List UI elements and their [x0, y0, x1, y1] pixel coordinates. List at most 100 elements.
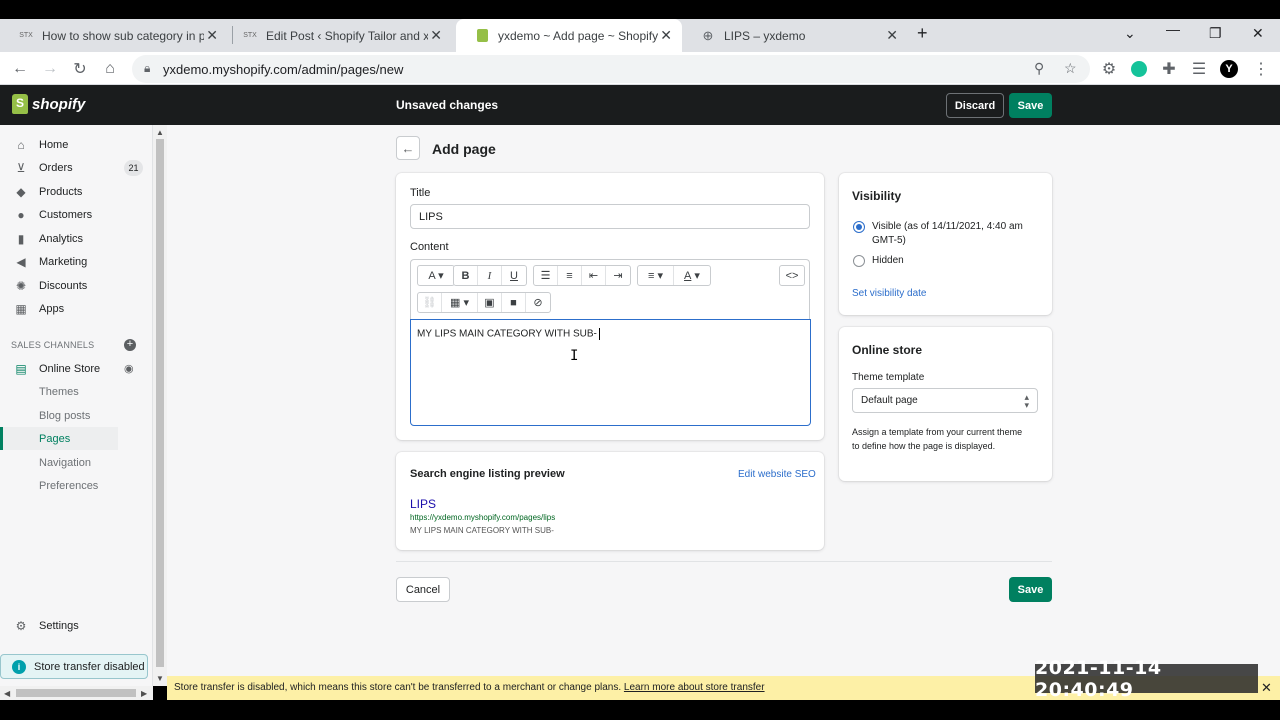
new-tab-button[interactable]: + [917, 19, 928, 47]
forward-arrow-icon[interactable]: → [37, 56, 63, 82]
menu-kebab-icon[interactable]: ⋮ [1248, 56, 1274, 82]
scroll-down-icon[interactable]: ▼ [156, 674, 164, 683]
text-color-dropdown[interactable]: A ▾ [674, 266, 710, 285]
timestamp-overlay: 2021-11-14 20:40:49 [1035, 657, 1258, 701]
sidebar-item-online-store[interactable]: ▤ Online Store ◉ [0, 357, 153, 380]
address-bar[interactable]: 🔒︎ yxdemo.myshopify.com/admin/pages/new … [132, 55, 1090, 83]
back-arrow-icon[interactable]: ← [7, 56, 33, 82]
browser-tab-2[interactable]: STX Edit Post ‹ Shopify Tailor and xTo ✕ [224, 19, 452, 52]
scroll-right-icon[interactable]: ▶ [141, 689, 147, 698]
add-sales-channel-icon[interactable]: + [124, 339, 136, 351]
outdent-icon[interactable]: ⇤ [582, 266, 606, 285]
discard-button[interactable]: Discard [946, 93, 1004, 118]
close-banner-icon[interactable]: ✕ [1261, 680, 1272, 696]
shopify-logo[interactable]: shopify [12, 94, 85, 114]
sidebar-item-blog-posts[interactable]: Blog posts [0, 404, 153, 427]
align-dropdown[interactable]: ≡ ▾ [638, 266, 674, 285]
seo-preview-title: LIPS [410, 497, 437, 511]
restore-icon[interactable]: ❐ [1209, 19, 1222, 47]
window-close-icon[interactable]: ✕ [1252, 19, 1264, 47]
sidebar-item-pages[interactable]: Pages [0, 427, 118, 450]
hidden-radio[interactable] [853, 255, 865, 267]
sidebar-scrollbar[interactable]: ▲ ▼ [153, 125, 167, 686]
sidebar-item-products[interactable]: ◆ Products [0, 180, 153, 203]
cancel-button[interactable]: Cancel [396, 577, 450, 602]
sidebar-item-analytics[interactable]: ▮ Analytics [0, 227, 153, 250]
person-icon: ● [17, 207, 25, 222]
italic-icon[interactable]: I [478, 266, 502, 285]
sidebar-item-marketing[interactable]: ◀ Marketing [0, 250, 153, 273]
minimize-icon[interactable]: — [1166, 15, 1180, 43]
link-icon[interactable]: ⛓ [418, 293, 442, 312]
browser-tab-3[interactable]: yxdemo ~ Add page ~ Shopify ✕ [456, 19, 682, 52]
grammarly-icon[interactable] [1126, 56, 1152, 82]
insert-image-icon[interactable]: ▣ [478, 293, 502, 312]
bold-icon[interactable]: B [454, 266, 478, 285]
profile-avatar[interactable]: Y [1216, 56, 1242, 82]
apps-icon: ▦ [15, 301, 27, 316]
extension-gear-icon[interactable]: ⚙ [1096, 56, 1122, 82]
browser-tab-1[interactable]: STX How to show sub category in pa ✕ [0, 19, 228, 52]
stx-favicon-icon: STX [19, 32, 33, 39]
brand-text: shopify [32, 95, 86, 113]
bullet-list-icon[interactable]: ☰ [534, 266, 558, 285]
save-button[interactable]: Save [1009, 577, 1052, 602]
back-button[interactable]: ← [396, 136, 420, 160]
insert-video-icon[interactable]: ■ [502, 293, 526, 312]
numbered-list-icon[interactable]: ≡ [558, 266, 582, 285]
orders-count-badge: 21 [124, 159, 143, 176]
theme-template-label: Theme template [852, 372, 925, 383]
browser-toolbar: ← → ↻ ⌂ 🔒︎ yxdemo.myshopify.com/admin/pa… [0, 52, 1280, 85]
home-icon: ⌂ [17, 137, 25, 152]
text-caret [598, 328, 600, 340]
tab-search-icon[interactable]: ⌄ [1124, 19, 1136, 47]
theme-template-select[interactable]: Default page ▴ ▾ [852, 388, 1038, 413]
content-editor[interactable]: MY LIPS MAIN CATEGORY WITH SUB- [410, 319, 811, 426]
content-label: Content [410, 241, 449, 253]
select-arrows-icon: ▴ ▾ [1024, 392, 1029, 410]
sidebar-item-navigation[interactable]: Navigation [0, 451, 153, 474]
editor-toolbar: A ▾ B I U ☰ ≡ ⇤ ⇥ ≡ ▾ A ▾ <> ⛓ ▦ ▾ ▣ ■ ⊘ [410, 259, 810, 320]
save-button-top[interactable]: Save [1009, 93, 1052, 118]
sidebar-item-themes[interactable]: Themes [0, 380, 153, 403]
indent-icon[interactable]: ⇥ [606, 266, 630, 285]
sidebar-item-discounts[interactable]: ✺ Discounts [0, 274, 153, 297]
reload-icon[interactable]: ↻ [67, 56, 93, 82]
close-icon[interactable]: ✕ [660, 27, 672, 44]
scroll-up-icon[interactable]: ▲ [156, 128, 164, 137]
clear-formatting-icon[interactable]: ⊘ [526, 293, 550, 312]
sidebar-item-customers[interactable]: ● Customers [0, 203, 153, 226]
edit-seo-link[interactable]: Edit website SEO [738, 469, 816, 480]
visible-radio[interactable] [853, 221, 865, 233]
unsaved-changes-text: Unsaved changes [396, 98, 499, 112]
sidebar-item-home[interactable]: ⌂ Home [0, 133, 153, 156]
learn-more-link[interactable]: Learn more about store transfer [624, 682, 765, 693]
sidebar-item-orders[interactable]: ⊻ Orders 21 [0, 156, 153, 179]
table-dropdown[interactable]: ▦ ▾ [442, 293, 478, 312]
browser-tab-4[interactable]: ⊕ LIPS – yxdemo ✕ [682, 19, 908, 52]
reading-list-icon[interactable]: ☰ [1186, 56, 1212, 82]
store-transfer-badge[interactable]: i Store transfer disabled [0, 654, 148, 679]
sidebar-item-settings[interactable]: ⚙ Settings [0, 614, 153, 637]
close-icon[interactable]: ✕ [430, 27, 442, 44]
font-style-dropdown[interactable]: A ▾ [418, 266, 454, 285]
scrollbar-thumb[interactable] [156, 139, 164, 667]
underline-icon[interactable]: U [502, 266, 526, 285]
set-visibility-date-link[interactable]: Set visibility date [852, 288, 926, 299]
sidebar-item-apps[interactable]: ▦ Apps [0, 297, 153, 320]
sidebar-item-label: Blog posts [39, 409, 91, 422]
show-html-icon[interactable]: <> [780, 266, 804, 285]
sidebar-item-preferences[interactable]: Preferences [0, 474, 153, 497]
close-icon[interactable]: ✕ [886, 27, 898, 44]
tag-icon: ◆ [16, 184, 26, 199]
close-icon[interactable]: ✕ [206, 27, 218, 44]
horizontal-scrollbar[interactable]: ◀ ▶ [0, 686, 153, 700]
bookmark-star-icon[interactable]: ☆ [1064, 60, 1077, 77]
zoom-icon[interactable]: ⚲ [1034, 60, 1044, 77]
view-eye-icon[interactable]: ◉ [124, 362, 134, 375]
scroll-left-icon[interactable]: ◀ [4, 689, 10, 698]
scrollbar-thumb[interactable] [16, 689, 136, 697]
home-icon[interactable]: ⌂ [97, 56, 123, 82]
title-input[interactable]: LIPS [410, 204, 810, 229]
extensions-puzzle-icon[interactable]: ✚ [1156, 56, 1182, 82]
